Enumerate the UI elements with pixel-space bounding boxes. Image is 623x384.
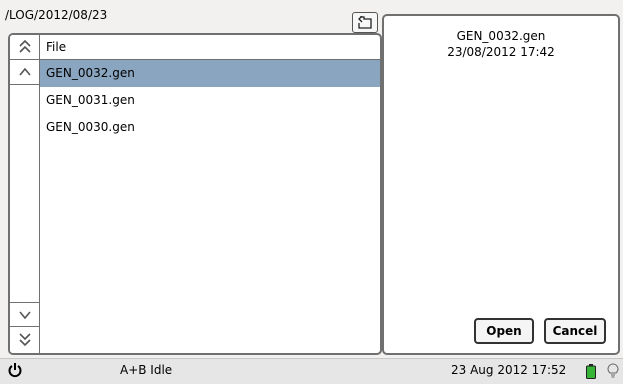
chevron-up-icon[interactable] [10,60,39,85]
file-details-panel: GEN_0032.gen 23/08/2012 17:42 Open Cance… [382,14,620,355]
scroll-column [10,35,40,353]
status-bar: A+B Idle 23 Aug 2012 17:52 [0,358,623,384]
double-chevron-up-icon[interactable] [10,35,39,60]
open-button[interactable]: Open [474,318,534,344]
column-header-file[interactable]: File [40,35,380,60]
chevron-down-icon[interactable] [10,302,39,327]
double-chevron-down-icon[interactable] [10,326,39,352]
file-list-panel: File GEN_0032.gen GEN_0031.gen GEN_0030.… [8,33,382,355]
file-row[interactable]: GEN_0032.gen [40,60,380,87]
power-icon[interactable] [8,362,22,378]
file-list: File GEN_0032.gen GEN_0031.gen GEN_0030.… [40,35,380,353]
folder-up-icon[interactable] [352,12,378,33]
file-datetime: 23/08/2012 17:42 [447,45,555,59]
file-row[interactable]: GEN_0030.gen [40,114,380,141]
bulb-icon [607,363,619,381]
status-text: A+B Idle [120,363,173,377]
battery-icon [586,364,596,382]
file-row[interactable]: GEN_0031.gen [40,87,380,114]
file-name: GEN_0032.gen [456,29,546,43]
current-path: /LOG/2012/08/23 [5,8,108,22]
cancel-button[interactable]: Cancel [544,318,606,344]
file-info: GEN_0032.gen 23/08/2012 17:42 [384,28,618,60]
status-clock: 23 Aug 2012 17:52 [451,363,567,377]
